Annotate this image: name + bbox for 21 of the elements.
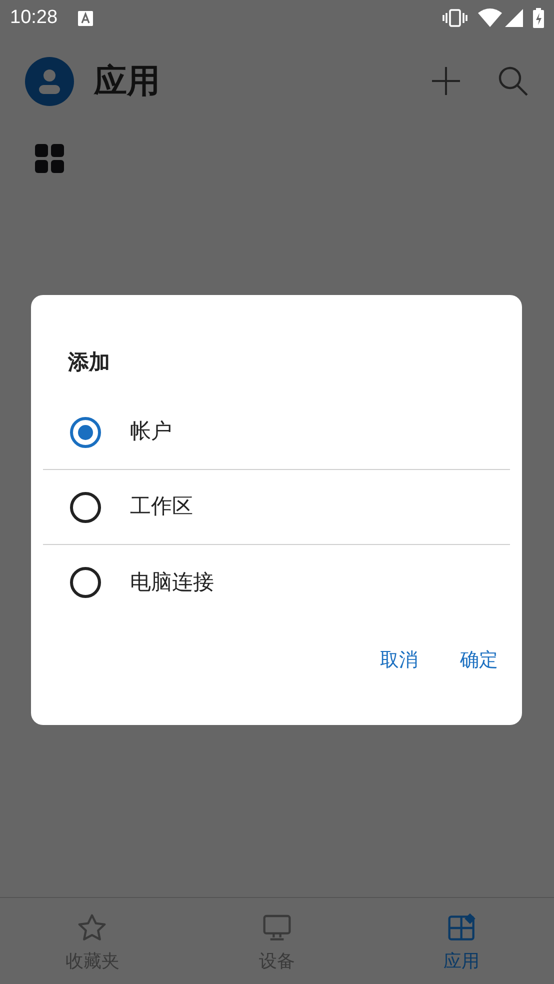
keyboard-icon	[78, 10, 93, 26]
radio-button[interactable]	[70, 492, 101, 522]
option-label: 帐户	[130, 418, 172, 446]
radio-button[interactable]	[70, 416, 101, 448]
dialog-button[interactable]: 取消	[370, 640, 428, 680]
status-time: 10:28	[10, 6, 58, 30]
search-icon[interactable]	[497, 65, 529, 97]
option-label: 电脑连接	[130, 568, 214, 596]
add-icon[interactable]	[431, 66, 461, 96]
wifi-icon	[478, 8, 502, 28]
signal-icon	[505, 9, 523, 27]
dialog-button[interactable]: 确定	[450, 640, 508, 680]
vibrate-icon	[442, 8, 468, 28]
battery-icon	[533, 8, 544, 28]
nav-tab[interactable]: 应用	[369, 898, 554, 984]
avatar-icon[interactable]	[25, 56, 74, 106]
option-label: 工作区	[130, 493, 193, 520]
grid-icon[interactable]	[35, 144, 64, 173]
page-title: 应用	[94, 60, 160, 102]
radio-button[interactable]	[70, 567, 101, 598]
dialog-title: 添加	[66, 349, 111, 376]
